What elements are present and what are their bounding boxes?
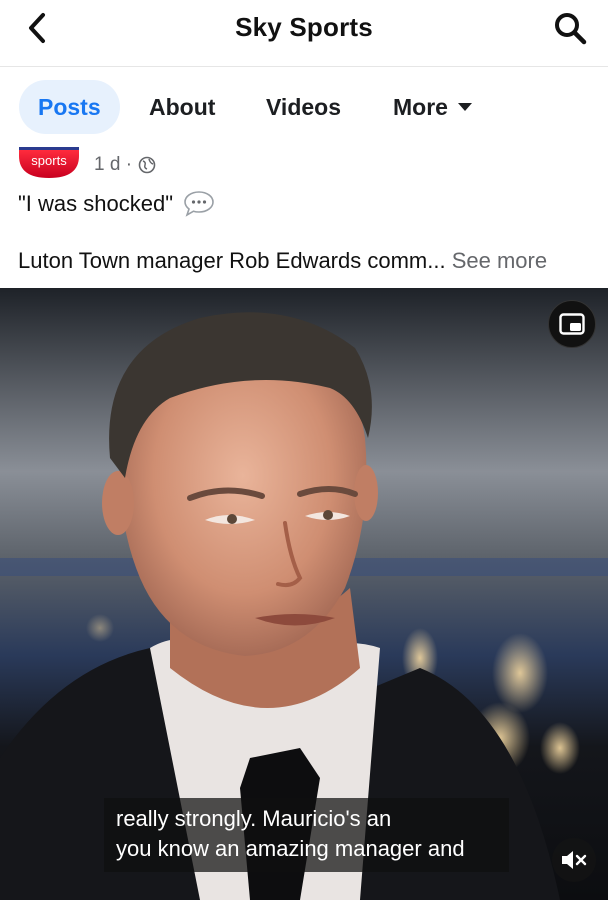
search-button[interactable] bbox=[550, 8, 590, 48]
caption-line-1: really strongly. Mauricio's an bbox=[116, 806, 392, 831]
mute-button[interactable] bbox=[552, 838, 596, 882]
muted-speaker-icon bbox=[562, 851, 587, 869]
post-description: Luton Town manager Rob Edwards comm... S… bbox=[18, 248, 547, 274]
post-time: 1 d · bbox=[94, 154, 133, 175]
svg-text:sports: sports bbox=[31, 153, 67, 168]
caret-down-icon bbox=[457, 103, 472, 111]
tab-videos[interactable]: Videos bbox=[266, 80, 341, 134]
description-text: Luton Town manager Rob Edwards comm... bbox=[18, 248, 446, 273]
page-header: Sky Sports bbox=[0, 0, 608, 67]
post-meta: sports 1 d · bbox=[18, 146, 318, 182]
see-more-link[interactable]: See more bbox=[452, 248, 547, 273]
search-icon bbox=[555, 13, 587, 45]
page-title: Sky Sports bbox=[235, 12, 373, 42]
picture-in-picture-button[interactable] bbox=[548, 300, 596, 348]
post-headline: "I was shocked" bbox=[18, 190, 215, 218]
video-player[interactable]: really strongly. Mauricio's an you know … bbox=[0, 288, 608, 900]
picture-in-picture-icon bbox=[559, 313, 585, 335]
video-caption: really strongly. Mauricio's an you know … bbox=[104, 798, 509, 872]
headline-text: "I was shocked" bbox=[18, 191, 174, 216]
sky-sports-logo[interactable]: sports bbox=[18, 146, 80, 180]
tab-more-label: More bbox=[393, 94, 448, 120]
tab-more[interactable]: More bbox=[393, 80, 472, 134]
globe-icon bbox=[138, 156, 156, 174]
speech-bubble-icon bbox=[184, 191, 214, 217]
tab-about[interactable]: About bbox=[149, 80, 215, 134]
post-timestamp: 1 d · bbox=[94, 154, 156, 176]
profile-tabs: Posts About Videos More bbox=[0, 78, 608, 136]
caption-line-2: you know an amazing manager and bbox=[116, 836, 465, 861]
tab-posts[interactable]: Posts bbox=[19, 80, 120, 134]
